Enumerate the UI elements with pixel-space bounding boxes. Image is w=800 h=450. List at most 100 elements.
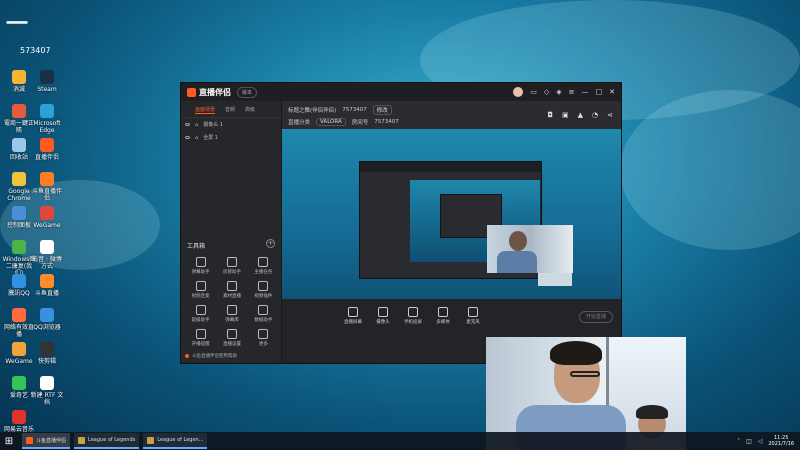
- tool-button[interactable]: 弹幕库: [216, 305, 247, 323]
- tool-label: 弹幕库: [225, 318, 239, 323]
- tool-icon: [195, 329, 206, 339]
- app-icon: [40, 138, 54, 152]
- minimize-icon[interactable]: —: [582, 88, 589, 96]
- scene-icon: [438, 307, 448, 317]
- gift-icon[interactable]: ◇: [544, 88, 549, 96]
- taskbar-item[interactable]: League of Legen...: [143, 433, 208, 449]
- chevron-up-icon[interactable]: ˄: [737, 438, 740, 445]
- desktop-icon-label: 直播伴侣: [34, 154, 59, 161]
- tab-scene[interactable]: 画面场景: [195, 106, 216, 114]
- room-number: 7573407: [374, 119, 399, 125]
- help-icon: [185, 354, 189, 358]
- room-title: 标题之舞(伴侣伴侣): [288, 108, 337, 114]
- tool-button[interactable]: 弹幕助手: [185, 257, 216, 275]
- channel-select[interactable]: VALORA: [316, 118, 346, 126]
- desktop-icon[interactable]: WeGame: [30, 206, 64, 229]
- source-item[interactable]: ⌂ 全屏 1: [181, 131, 281, 144]
- desktop-icon[interactable]: 新建 RTF 文档: [30, 376, 64, 406]
- scene-button[interactable]: 麦克风: [464, 307, 482, 325]
- tool-button[interactable]: 素材直播: [216, 281, 247, 299]
- logo-text: 一: [6, 12, 29, 37]
- app-icon: [12, 240, 26, 254]
- desktop-icon-label: Microsoft Edge: [33, 120, 61, 134]
- source-item[interactable]: ⌂ 摄像头 1: [181, 118, 281, 131]
- menu-icon[interactable]: ≡: [569, 88, 575, 96]
- add-tool-button[interactable]: +: [266, 239, 275, 248]
- modify-button[interactable]: 修改: [372, 105, 392, 115]
- tool-button[interactable]: 视频连麦: [185, 281, 216, 299]
- volume-icon[interactable]: ◁: [758, 438, 763, 445]
- taskbar-item[interactable]: League of Legends: [74, 433, 140, 449]
- stream-logo-badge: 一 573407: [6, 6, 56, 56]
- tool-label: 房管助手: [222, 270, 241, 275]
- eye-icon[interactable]: [185, 136, 190, 139]
- taskbar-item[interactable]: 斗鱼直播伴侣: [22, 433, 71, 449]
- lock-icon[interactable]: ⌂: [195, 122, 198, 128]
- eye-icon[interactable]: [185, 123, 190, 126]
- scene-icon: [468, 307, 478, 317]
- tool-label: 数据助手: [254, 318, 273, 323]
- tool-button[interactable]: 超级助手: [185, 305, 216, 323]
- desktop-icon[interactable]: Steam: [30, 70, 64, 93]
- tool-button[interactable]: 更多: [248, 329, 279, 347]
- gift-box-icon[interactable]: ▣: [562, 111, 569, 119]
- version-pill[interactable]: 版本: [237, 86, 258, 98]
- clock[interactable]: 11:25 2021/7/16: [768, 435, 794, 447]
- avatar[interactable]: [513, 87, 524, 97]
- tool-button[interactable]: 数据助手: [248, 305, 279, 323]
- app-icon: [40, 376, 54, 390]
- maximize-icon[interactable]: □: [596, 88, 603, 96]
- hot-icon[interactable]: ▲: [578, 111, 583, 119]
- scene-button[interactable]: 直播屏幕: [344, 307, 362, 325]
- app-icon: [12, 206, 26, 220]
- desktop-icon[interactable]: 影音 · 微博方式: [30, 240, 64, 270]
- desktop-icon[interactable]: 斗鱼直播: [30, 274, 64, 297]
- share-icon[interactable]: ⋖: [607, 111, 613, 119]
- tool-icon: [258, 305, 269, 315]
- app-icon: [12, 342, 26, 356]
- message-icon[interactable]: ▭: [530, 88, 537, 96]
- app-icon: [12, 138, 26, 152]
- tool-button[interactable]: 直播设置: [216, 329, 247, 347]
- app-window: 直播伴侣 版本 ▭ ◇ ◈ ≡ — □ ✕ 画面场景 音频 高级 ⌂ 摄像头 1…: [180, 82, 622, 364]
- tab-advanced[interactable]: 高级: [245, 106, 255, 114]
- desktop-icon[interactable]: QQ浏览器: [30, 308, 64, 331]
- title-bar: 直播伴侣 版本 ▭ ◇ ◈ ≡ — □ ✕: [181, 83, 621, 101]
- app-logo: 直播伴侣: [187, 87, 231, 98]
- app-icon: [40, 206, 54, 220]
- tool-icon: [226, 329, 237, 339]
- skin-icon[interactable]: ◈: [556, 88, 561, 96]
- desktop-icon[interactable]: Microsoft Edge: [30, 104, 64, 134]
- tool-label: 素材直播: [222, 294, 241, 299]
- scene-label: 麦克风: [466, 320, 480, 325]
- scene-button[interactable]: 多媒体: [434, 307, 452, 325]
- webcam-preview[interactable]: [487, 225, 573, 273]
- close-icon[interactable]: ✕: [609, 88, 615, 96]
- desktop-icon[interactable]: 斗鱼直播伴侣: [30, 172, 64, 202]
- taskbar-app-icon: [147, 436, 155, 444]
- desktop-icon[interactable]: 网易云音乐: [2, 410, 36, 433]
- app-icon: [40, 172, 54, 186]
- bell-icon[interactable]: ◔: [592, 111, 598, 119]
- app-icon: [40, 104, 54, 118]
- tool-button[interactable]: 视频插件: [248, 281, 279, 299]
- start-live-button[interactable]: 开始直播: [579, 311, 613, 323]
- tab-audio[interactable]: 音频: [225, 106, 235, 114]
- help-label: 斗鱼直播伴侣使用帮助: [192, 354, 237, 359]
- tool-button[interactable]: 房管助手: [216, 257, 247, 275]
- help-link[interactable]: 斗鱼直播伴侣使用帮助: [185, 353, 237, 359]
- desktop-icon-label: QQ浏览器: [33, 324, 61, 331]
- desktop-icon-label: WeGame: [33, 222, 61, 229]
- preview-canvas[interactable]: [282, 129, 621, 311]
- scene-icon: [378, 307, 388, 317]
- lock-icon[interactable]: ⌂: [195, 135, 198, 141]
- desktop-icon[interactable]: 快剪辑: [30, 342, 64, 365]
- scene-button[interactable]: 手机投屏: [404, 307, 422, 325]
- scene-button[interactable]: 摄像头: [374, 307, 392, 325]
- notification-icon[interactable]: ◘: [547, 111, 553, 119]
- tool-button[interactable]: 主播任务: [248, 257, 279, 275]
- desktop-icon[interactable]: 直播伴侣: [30, 138, 64, 161]
- tool-button[interactable]: 开播提醒: [185, 329, 216, 347]
- network-icon[interactable]: ◫: [746, 438, 752, 445]
- windows-start-icon[interactable]: ⊞: [0, 432, 18, 450]
